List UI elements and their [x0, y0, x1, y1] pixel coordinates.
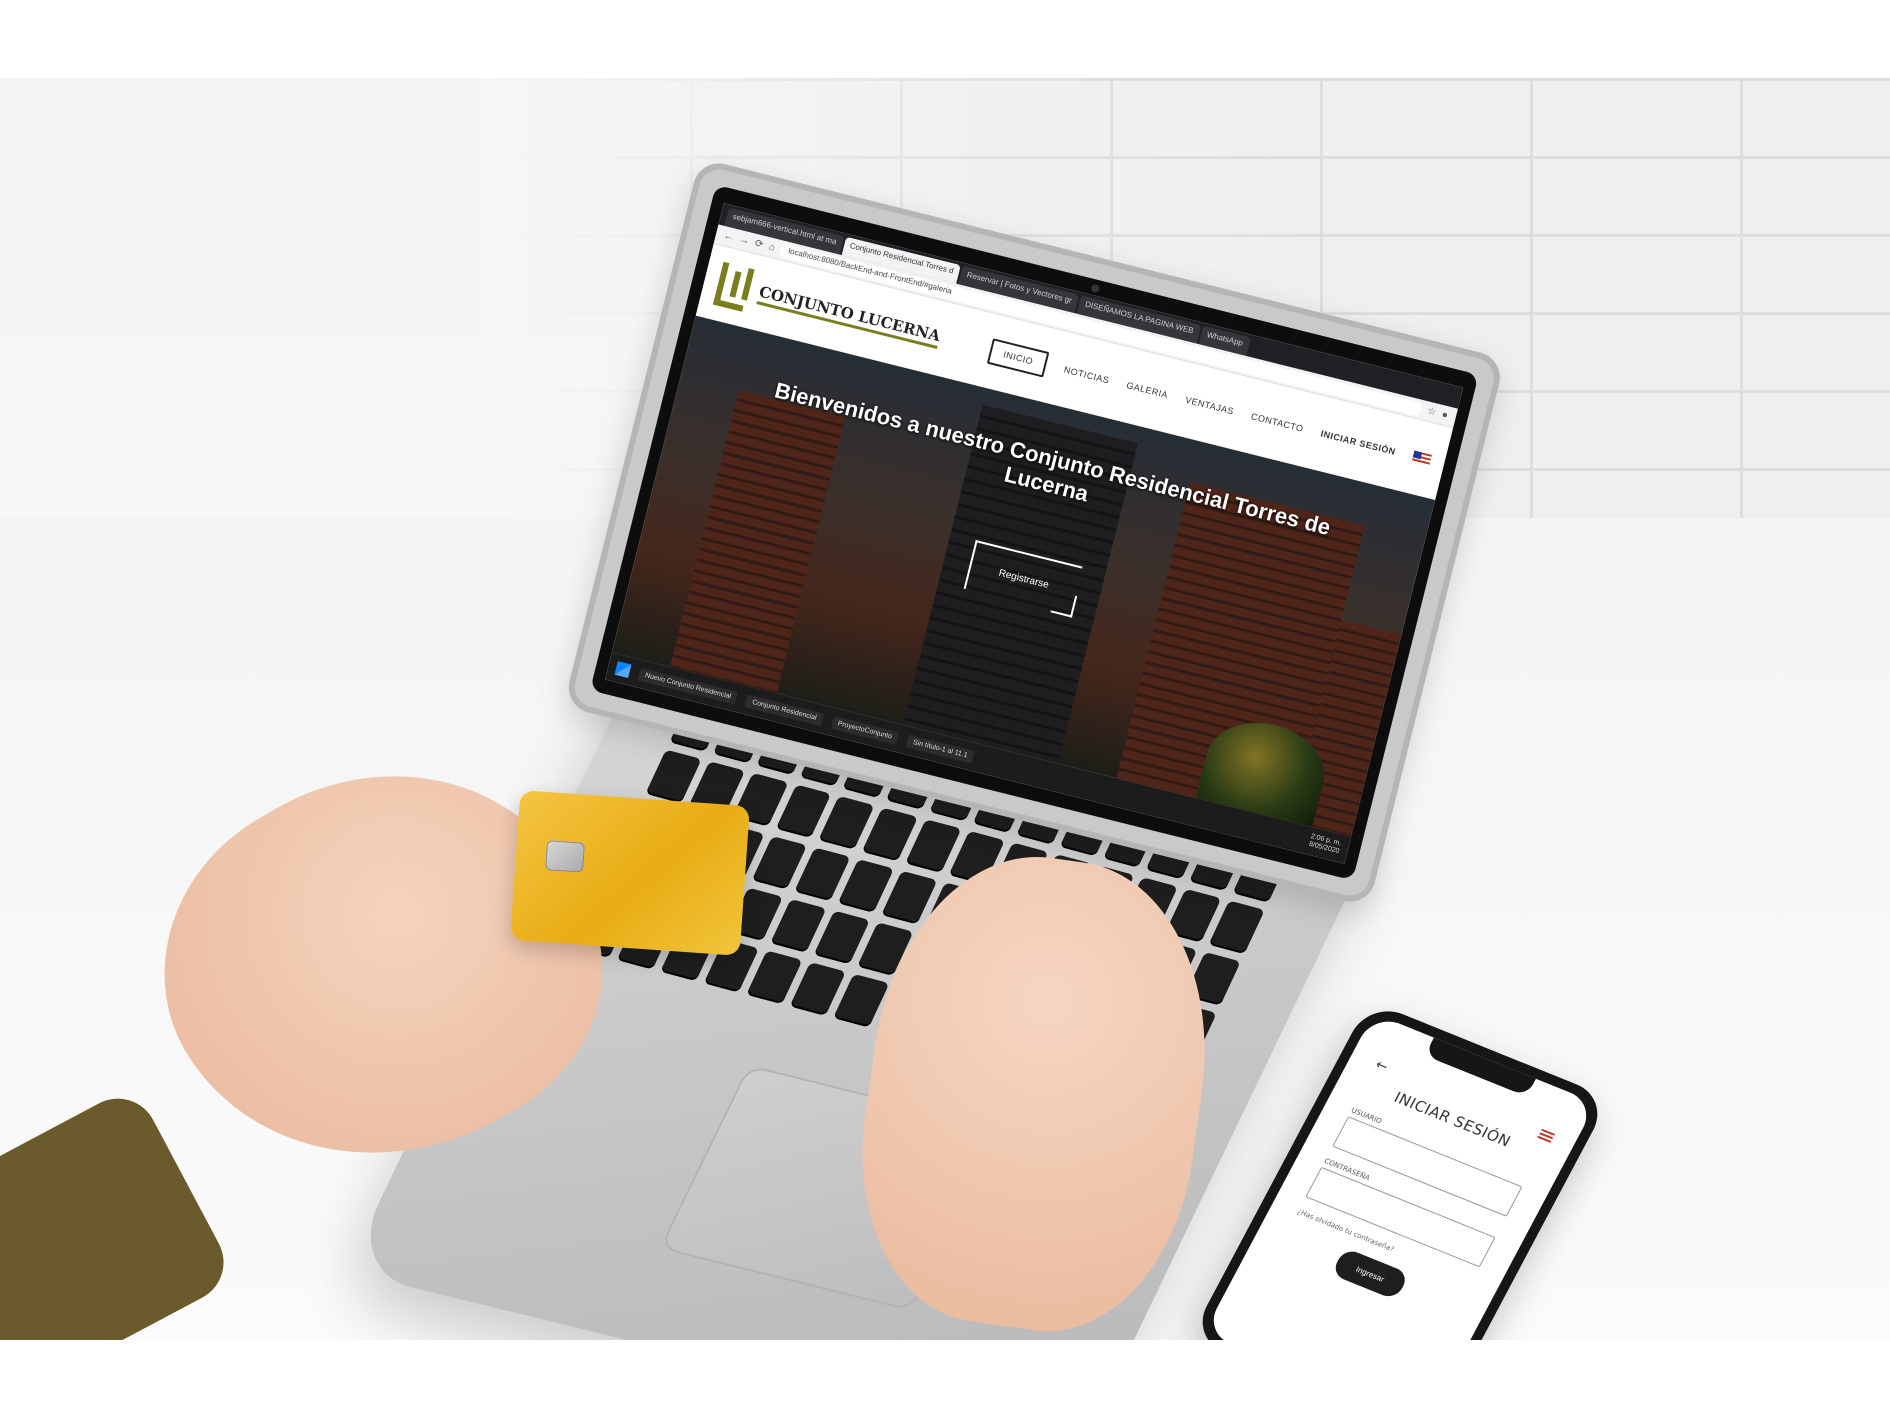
nav-noticias[interactable]: NOTICIAS: [1063, 365, 1111, 386]
profile-icon[interactable]: ●: [1441, 409, 1450, 421]
us-flag-icon[interactable]: [1537, 1128, 1556, 1143]
credit-card: [510, 790, 750, 956]
nav-ventajas[interactable]: VENTAJAS: [1184, 395, 1235, 417]
reload-icon[interactable]: ⟳: [754, 238, 765, 251]
card-chip-icon: [544, 840, 585, 873]
nav-galeria[interactable]: GALERIA: [1126, 380, 1170, 400]
nav-inicio[interactable]: INICIO: [986, 338, 1050, 378]
us-flag-icon[interactable]: [1411, 450, 1432, 467]
windows-start-icon[interactable]: [614, 661, 632, 679]
system-tray-clock[interactable]: 2:06 p. m. 8/05/2020: [1308, 833, 1342, 857]
star-icon[interactable]: ☆: [1426, 406, 1437, 419]
nav-contacto[interactable]: CONTACTO: [1250, 411, 1304, 434]
back-arrow-icon[interactable]: ←: [723, 230, 735, 243]
webcam-icon: [1090, 283, 1101, 294]
home-icon[interactable]: ⌂: [768, 241, 777, 253]
forward-arrow-icon[interactable]: →: [738, 234, 750, 247]
logo-mark-icon: [712, 261, 759, 313]
photo-scene: sebjam666-vertical.html at ma Conjunto R…: [0, 78, 1890, 1340]
nav-iniciar-sesion[interactable]: INICIAR SESIÓN: [1320, 429, 1397, 457]
